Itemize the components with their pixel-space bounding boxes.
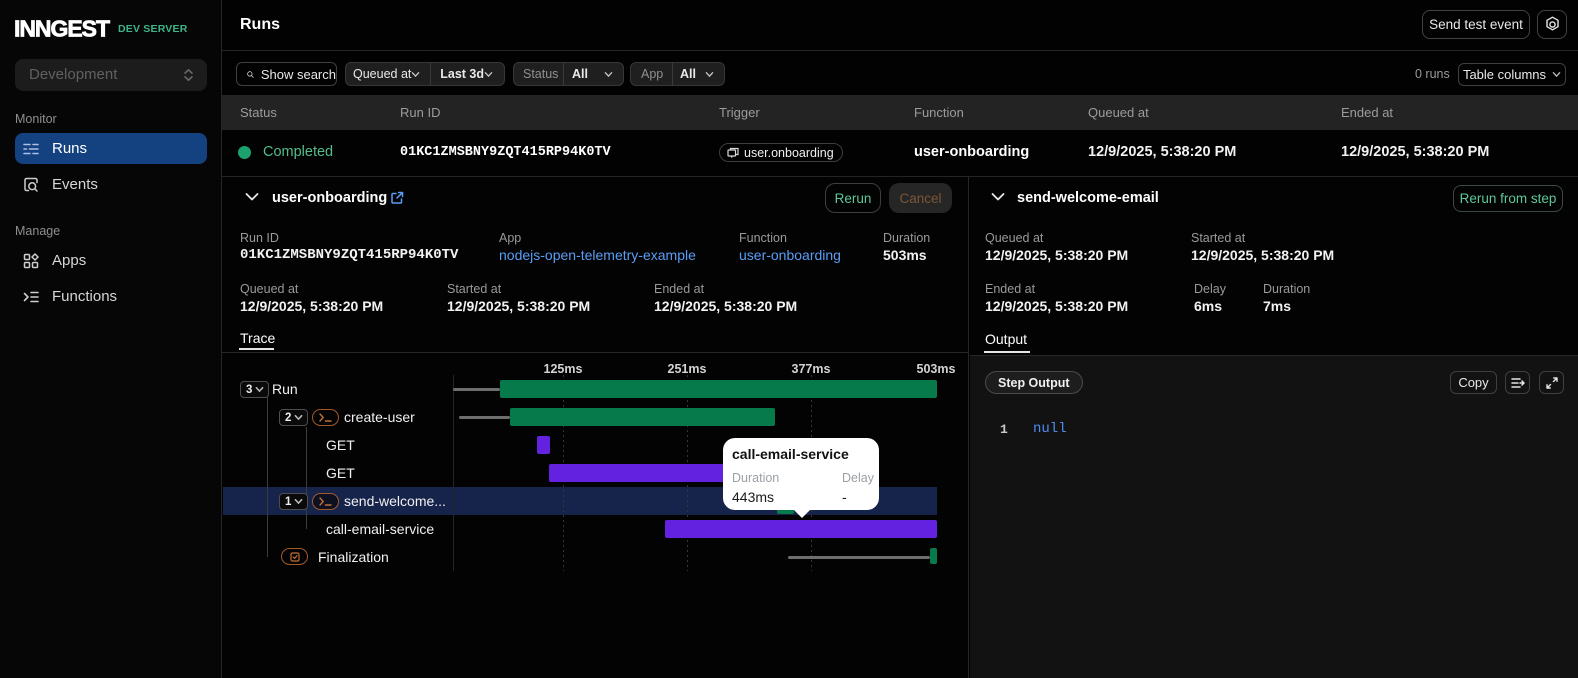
svg-text:INNGEST: INNGEST bbox=[15, 17, 110, 41]
